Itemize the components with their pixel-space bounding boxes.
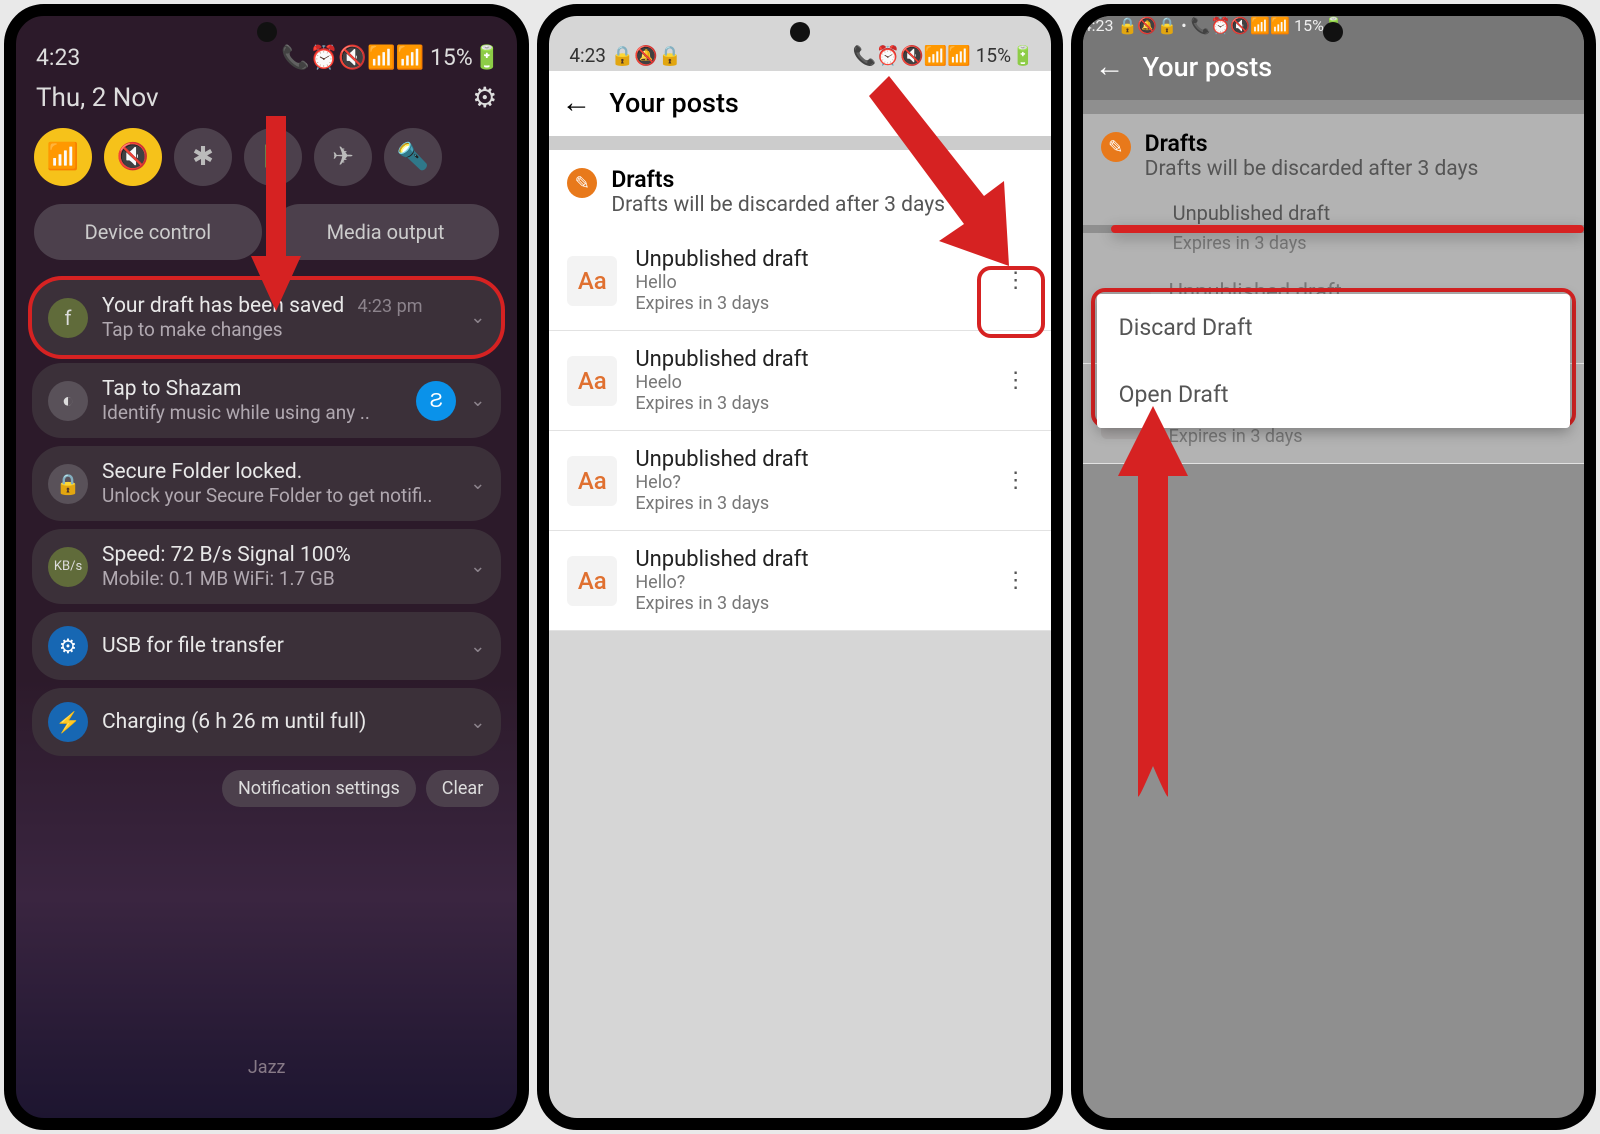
gear-icon[interactable]: ⚙ <box>472 81 497 114</box>
notification-speed[interactable]: KB/s Speed: 72 B/s Signal 100% Mobile: 0… <box>32 529 501 604</box>
draft-expires: Expires in 3 days <box>635 293 974 314</box>
bluetooth-toggle[interactable]: ✱ <box>174 128 232 186</box>
draft-row[interactable]: Aa Unpublished draft Hello? Expires in 3… <box>549 531 1050 631</box>
notification-subtitle: Identify music while using any .. <box>102 401 402 424</box>
shazam-small-icon: ◐ <box>48 381 88 421</box>
status-icons: 📞⏰🔇📶📶 15%🔋 <box>281 44 501 71</box>
pencil-icon: ✎ <box>1101 132 1131 162</box>
drafts-header: ✎ Drafts Drafts will be discarded after … <box>1083 114 1584 195</box>
chevron-down-icon[interactable]: ⌄ <box>470 556 485 577</box>
notification-time: 4:23 pm <box>357 296 422 317</box>
facebook-icon: f <box>48 298 88 338</box>
notification-settings-button[interactable]: Notification settings <box>222 770 416 807</box>
draft-expires: Expires in 3 days <box>1169 426 1508 447</box>
notification-title: Speed: 72 B/s Signal 100% <box>102 543 456 567</box>
draft-expires-partial: Expires in 3 days <box>1083 233 1584 264</box>
drafts-subtitle: Drafts will be discarded after 3 days <box>1145 157 1479 181</box>
flashlight-toggle[interactable]: 🔦 <box>384 128 442 186</box>
draft-expires: Expires in 3 days <box>635 593 974 614</box>
popup-highlight <box>1111 225 1584 233</box>
camera-cutout <box>1323 22 1343 42</box>
red-arrow-diagonal <box>859 66 1019 276</box>
red-arrow-up <box>1113 406 1193 806</box>
draft-row-partial: Unpublished draft <box>1083 195 1584 225</box>
status-icons: 📞⏰🔇📶📶 15%🔋 <box>853 44 1035 67</box>
clear-button[interactable]: Clear <box>426 770 500 807</box>
more-menu-icon[interactable]: ⋮ <box>993 562 1039 599</box>
date-text: Thu, 2 Nov <box>36 83 159 113</box>
draft-title: Unpublished draft <box>635 547 974 572</box>
status-time: 4:23 🔒🔕🔒 <box>569 44 681 67</box>
date-row: Thu, 2 Nov ⚙ <box>16 75 517 122</box>
screen-3-draft-menu: 4:23 🔒🔕🔒 • 📞⏰🔇📶📶 15%🔋 ← Your posts ✎ Dra… <box>1071 4 1596 1130</box>
draft-title: Unpublished draft <box>635 347 974 372</box>
red-arrow-down <box>246 116 306 316</box>
drafts-list: Aa Unpublished draft Hello Expires in 3 … <box>549 231 1050 631</box>
camera-cutout <box>790 22 810 42</box>
draft-title: Unpublished draft <box>635 447 974 472</box>
discard-draft-option[interactable]: Discard Draft <box>1097 294 1570 361</box>
status-icons: 📞⏰🔇📶📶 15%🔋 <box>1191 16 1344 35</box>
chevron-down-icon[interactable]: ⌄ <box>470 307 485 328</box>
notification-subtitle: Mobile: 0.1 MB WiFi: 1.7 GB <box>102 567 456 590</box>
draft-row[interactable]: Aa Unpublished draft Heelo Expires in 3 … <box>549 331 1050 431</box>
wifi-toggle[interactable]: 📶 <box>34 128 92 186</box>
draft-expires: Expires in 3 days <box>635 493 974 514</box>
notification-title: Secure Folder locked. <box>102 460 456 484</box>
separator <box>1083 100 1584 114</box>
device-control-button[interactable]: Device control <box>34 204 262 260</box>
notification-usb[interactable]: ⚙ USB for file transfer ⌄ <box>32 612 501 680</box>
carrier-label: Jazz <box>16 1057 517 1078</box>
camera-cutout <box>257 22 277 42</box>
notification-title: Your draft has been saved <box>102 294 344 318</box>
screen-1-notifications: 4:23 📞⏰🔇📶📶 15%🔋 Thu, 2 Nov ⚙ 📶 🔇 ✱ 🔋 ✈ 🔦… <box>4 4 529 1130</box>
text-icon: Aa <box>567 256 617 306</box>
gear-icon: ⚙ <box>48 626 88 666</box>
notification-shazam[interactable]: ◐ Tap to Shazam Identify music while usi… <box>32 363 501 438</box>
drafts-title: Drafts <box>1145 130 1479 157</box>
app-bar: ← Your posts <box>1083 35 1584 100</box>
draft-subtitle: Helo? <box>635 472 974 493</box>
status-time: 4:23 <box>36 44 80 71</box>
status-time: 4:23 🔒🔕🔒 • <box>1083 16 1187 35</box>
chevron-down-icon[interactable]: ⌄ <box>470 390 485 411</box>
text-icon: Aa <box>567 456 617 506</box>
notification-actions: Notification settings Clear <box>16 756 517 821</box>
draft-expires: Expires in 3 days <box>635 393 974 414</box>
chevron-down-icon[interactable]: ⌄ <box>470 636 485 657</box>
bolt-icon: ⚡ <box>48 702 88 742</box>
sound-toggle[interactable]: 🔇 <box>104 128 162 186</box>
notification-title: USB for file transfer <box>102 634 456 658</box>
pencil-icon: ✎ <box>567 168 597 198</box>
chevron-down-icon[interactable]: ⌄ <box>470 473 485 494</box>
speed-icon: KB/s <box>48 547 88 587</box>
notification-subtitle: Unlock your Secure Folder to get notifi.… <box>102 484 456 507</box>
more-menu-icon[interactable]: ⋮ <box>993 362 1039 399</box>
shazam-icon[interactable]: Ƨ <box>416 381 456 421</box>
draft-subtitle: Heelo <box>635 372 974 393</box>
draft-row[interactable]: Aa Unpublished draft Helo? Expires in 3 … <box>549 431 1050 531</box>
notification-title: Charging (6 h 26 m until full) <box>102 710 456 734</box>
lock-icon: 🔒 <box>48 464 88 504</box>
notification-subtitle: Tap to make changes <box>102 318 456 341</box>
back-arrow-icon[interactable]: ← <box>1095 49 1125 84</box>
airplane-toggle[interactable]: ✈ <box>314 128 372 186</box>
text-icon: Aa <box>567 356 617 406</box>
draft-subtitle: Hello? <box>635 572 974 593</box>
screen-2-your-posts: 4:23 🔒🔕🔒 📞⏰🔇📶📶 15%🔋 ← Your posts ✎ Draft… <box>537 4 1062 1130</box>
back-arrow-icon[interactable]: ← <box>561 85 591 120</box>
chevron-down-icon[interactable]: ⌄ <box>470 712 485 733</box>
more-menu-icon[interactable]: ⋮ <box>993 462 1039 499</box>
notification-secure-folder[interactable]: 🔒 Secure Folder locked. Unlock your Secu… <box>32 446 501 521</box>
page-title: Your posts <box>609 87 739 119</box>
text-icon: Aa <box>567 556 617 606</box>
notification-charging[interactable]: ⚡ Charging (6 h 26 m until full) ⌄ <box>32 688 501 756</box>
page-title: Your posts <box>1143 51 1273 83</box>
highlight-box-menu <box>977 266 1045 338</box>
notification-title: Tap to Shazam <box>102 377 402 401</box>
